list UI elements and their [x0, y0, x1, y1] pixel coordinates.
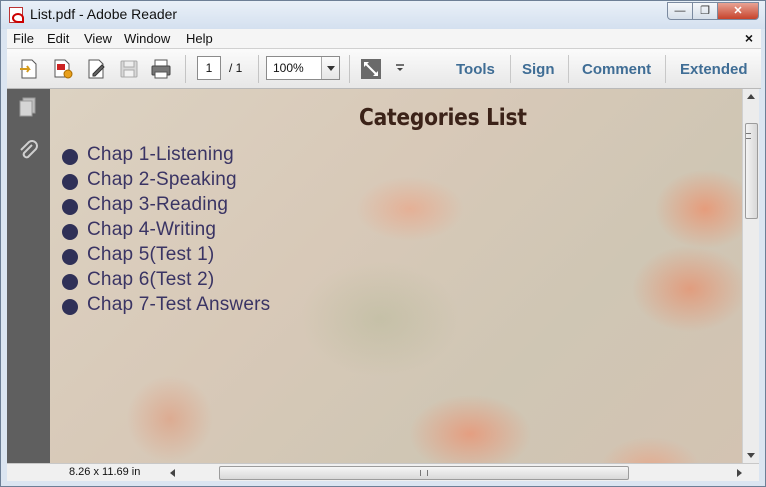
page-size-label: 8.26 x 11.69 in: [69, 466, 141, 478]
attachments-icon[interactable]: [16, 139, 40, 163]
menu-window[interactable]: Window: [124, 31, 170, 46]
create-pdf-icon[interactable]: [51, 57, 75, 81]
horizontal-scrollbar[interactable]: [167, 465, 745, 481]
zoom-value: 100%: [273, 61, 304, 75]
adobe-reader-window: List.pdf - Adobe Reader — ❐ ✕ File Edit …: [0, 0, 766, 487]
document-title: Categories List: [359, 105, 527, 131]
list-item-label: Chap 5(Test 1): [87, 244, 215, 265]
open-file-icon[interactable]: [17, 57, 41, 81]
restore-button[interactable]: ❐: [692, 2, 718, 20]
full-screen-icon[interactable]: [359, 57, 383, 81]
document-view[interactable]: Categories List Chap 1-Listening Chap 2-…: [50, 89, 742, 463]
title-bar[interactable]: List.pdf - Adobe Reader — ❐ ✕: [1, 1, 765, 29]
tools-pane-button[interactable]: Tools: [456, 61, 495, 78]
list-item-label: Chap 3-Reading: [87, 194, 229, 215]
menu-file[interactable]: File: [13, 31, 34, 46]
menu-help[interactable]: Help: [186, 31, 213, 46]
toolbar-separator: [349, 55, 350, 83]
vertical-scrollbar[interactable]: [742, 89, 759, 463]
bullet-icon: [62, 224, 78, 240]
menu-edit[interactable]: Edit: [47, 31, 69, 46]
pages-icon[interactable]: [16, 95, 40, 119]
scroll-left-icon[interactable]: [167, 465, 179, 481]
scroll-down-icon[interactable]: [743, 447, 759, 463]
toolbar: 1 / 1 100% Tools Sign Comment Extended: [7, 49, 761, 89]
bullet-icon: [62, 299, 78, 315]
list-item-label: Chap 4-Writing: [87, 219, 217, 240]
edit-sign-icon[interactable]: [85, 57, 109, 81]
scroll-grip-icon: [746, 133, 751, 139]
comment-pane-button[interactable]: Comment: [582, 61, 651, 78]
zoom-select[interactable]: 100%: [266, 56, 340, 80]
close-document-button[interactable]: ×: [745, 30, 753, 46]
bullet-icon: [62, 199, 78, 215]
bullet-icon: [62, 274, 78, 290]
scroll-up-icon[interactable]: [743, 89, 759, 105]
extended-pane-button[interactable]: Extended: [680, 61, 748, 78]
list-item-label: Chap 6(Test 2): [87, 269, 215, 290]
list-item-label: Chap 2-Speaking: [87, 169, 237, 190]
menu-bar: File Edit View Window Help ×: [7, 29, 761, 49]
print-icon[interactable]: [149, 57, 173, 81]
status-bar: 8.26 x 11.69 in: [7, 463, 759, 481]
toolbar-separator: [258, 55, 259, 83]
toolbar-separator: [665, 55, 666, 83]
horizontal-scroll-thumb[interactable]: [219, 466, 629, 480]
toolbar-separator: [185, 55, 186, 83]
menu-view[interactable]: View: [84, 31, 112, 46]
bullet-icon: [62, 249, 78, 265]
minimize-button[interactable]: —: [667, 2, 693, 20]
window-title: List.pdf - Adobe Reader: [30, 6, 178, 22]
list-item-label: Chap 1-Listening: [87, 144, 234, 165]
navigation-pane: [7, 89, 50, 463]
toolbar-separator: [568, 55, 569, 83]
page-number-input[interactable]: 1: [197, 56, 221, 80]
more-tools-icon[interactable]: [395, 63, 405, 73]
close-window-button[interactable]: ✕: [717, 2, 759, 20]
chevron-down-icon[interactable]: [321, 57, 339, 79]
page-total: / 1: [229, 61, 243, 75]
list-item-label: Chap 7-Test Answers: [87, 294, 271, 315]
window-controls: — ❐ ✕: [667, 2, 759, 20]
save-icon[interactable]: [117, 57, 141, 81]
pdf-app-icon: [9, 7, 24, 23]
toolbar-separator: [510, 55, 511, 83]
bullet-icon: [62, 149, 78, 165]
sign-pane-button[interactable]: Sign: [522, 61, 555, 78]
bullet-icon: [62, 174, 78, 190]
scroll-right-icon[interactable]: [733, 465, 745, 481]
